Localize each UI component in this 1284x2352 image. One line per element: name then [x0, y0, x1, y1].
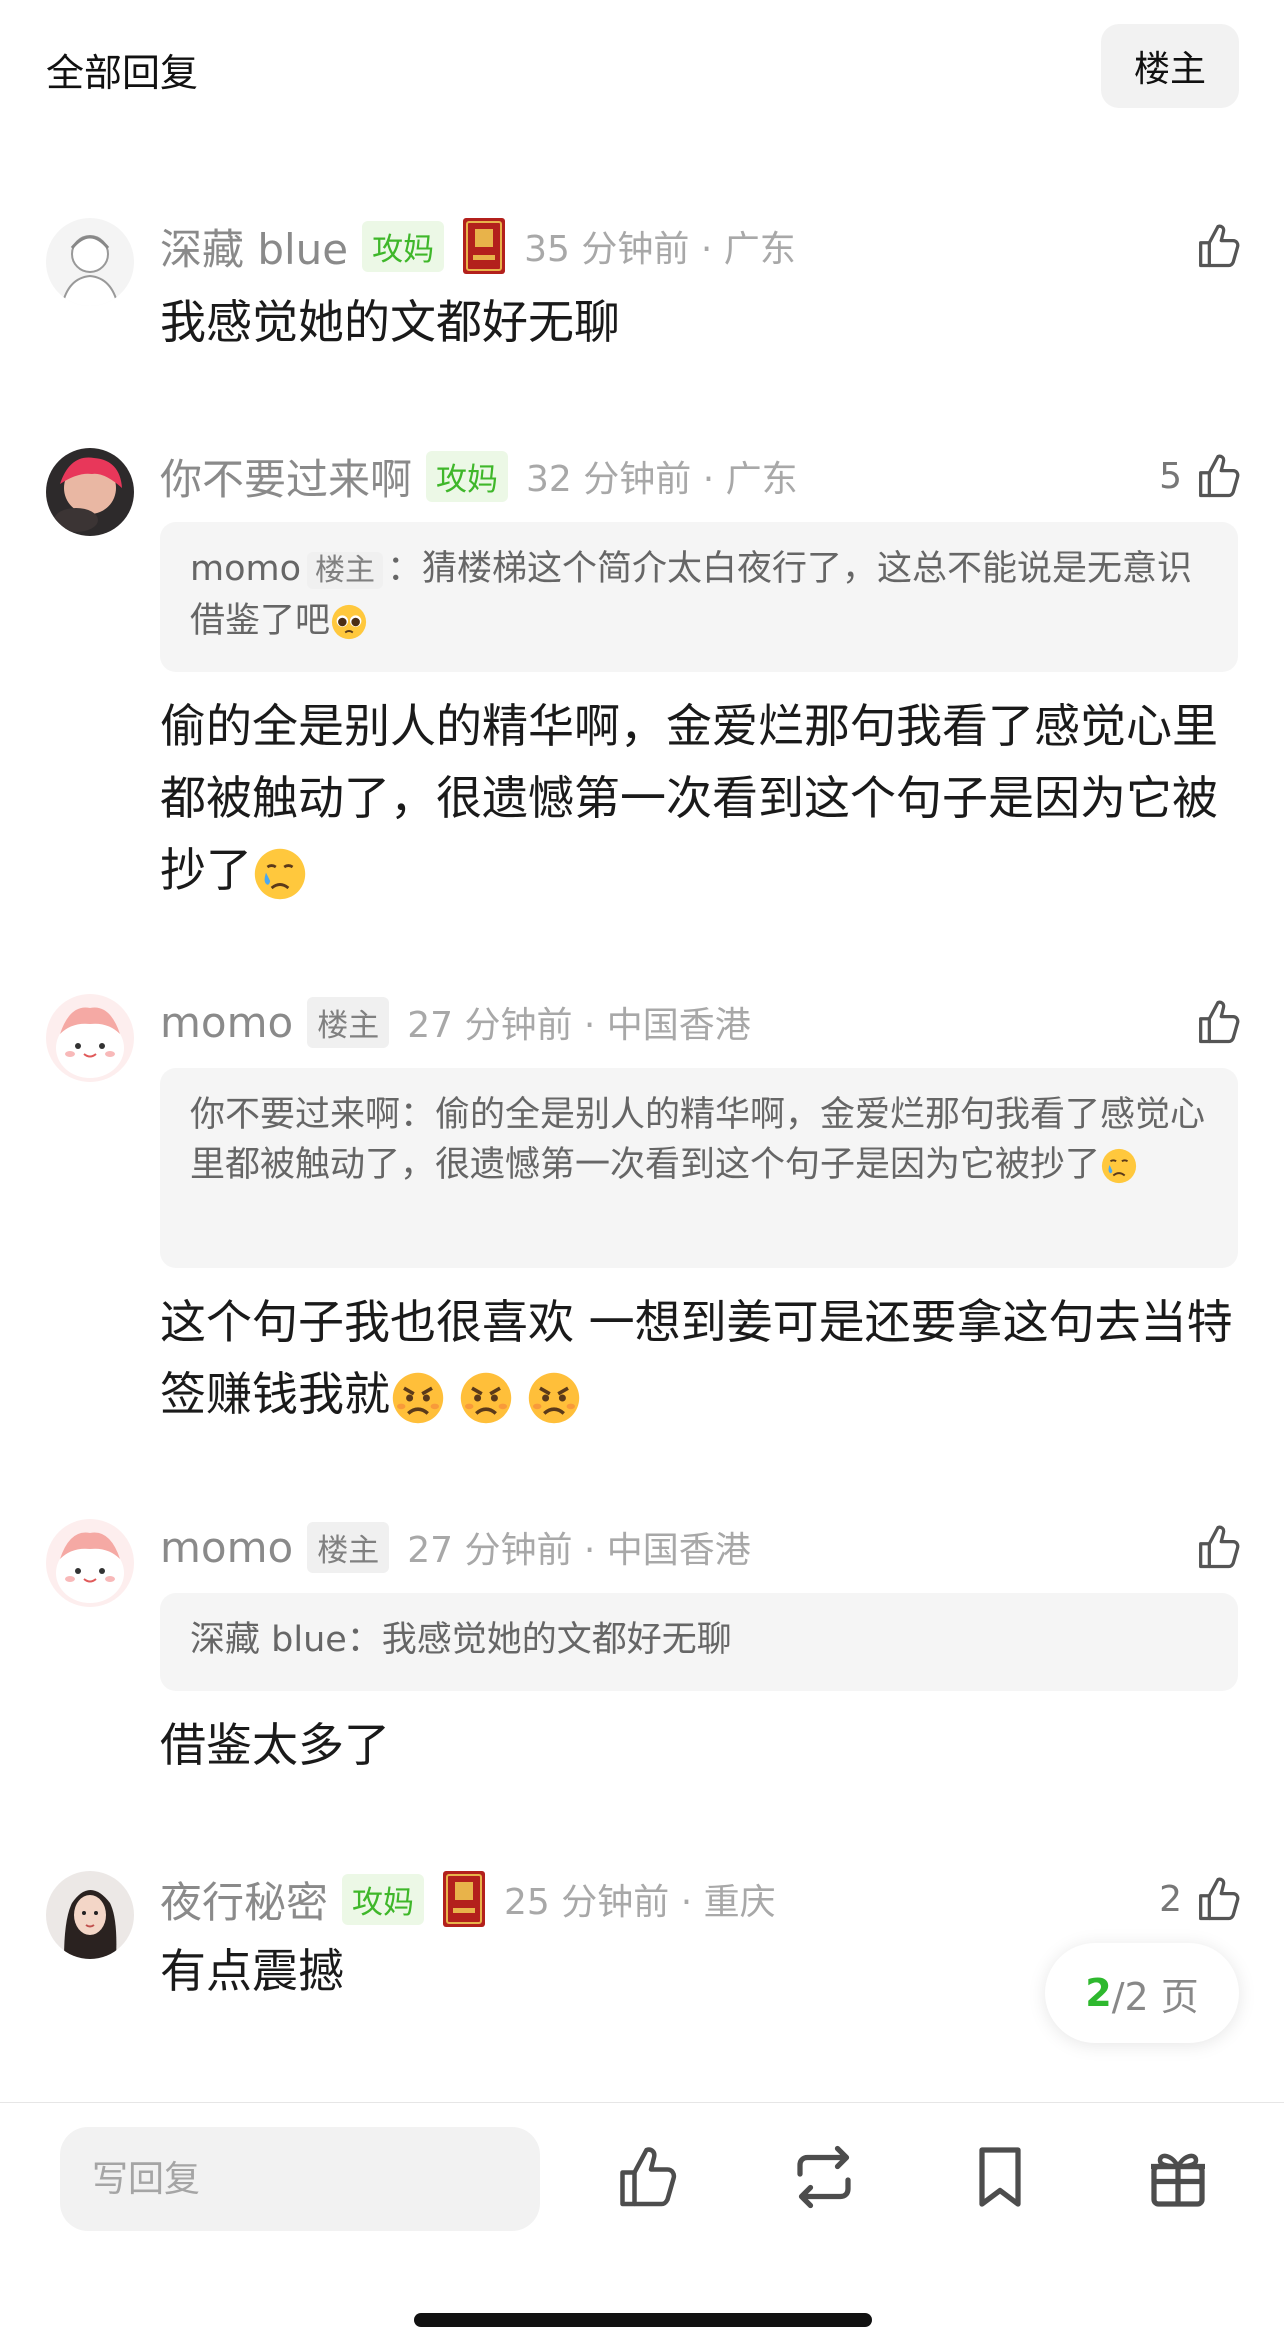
comment-meta: momo 楼主 27 分钟前 · 中国香港 [160, 992, 751, 1052]
timestamp-location: 32 分钟前 · 广东 [526, 459, 798, 500]
timestamp-location: 27 分钟前 · 中国香港 [407, 1530, 751, 1571]
like-post-button[interactable] [612, 2141, 684, 2213]
fan-badge: 攻妈 [362, 220, 445, 272]
medal-icon [462, 217, 506, 275]
home-indicator [414, 2313, 872, 2327]
fan-badge: 攻妈 [426, 450, 509, 502]
like-button[interactable] [1182, 992, 1244, 1052]
quote-author: 深藏 blue [190, 1620, 347, 1660]
quote-author: 你不要过来啊 [190, 1095, 401, 1135]
thumbs-up-icon [1192, 1521, 1244, 1573]
comment-text: 我感觉她的文都好无聊 [160, 295, 620, 349]
like-button[interactable]: 5 [1159, 446, 1244, 506]
op-only-filter-button[interactable]: 楼主 [1101, 24, 1239, 108]
username[interactable]: momo [160, 998, 293, 1047]
quote-text: ：我感觉她的文都好无聊 [346, 1620, 732, 1660]
angry-emoji-icon [390, 1370, 446, 1426]
crying-emoji-icon [1100, 1147, 1138, 1185]
thumbs-up-icon [1192, 220, 1244, 272]
timestamp-location: 27 分钟前 · 中国香港 [407, 1005, 751, 1046]
comment-text: 这个句子我也很喜欢 一想到姜可是还要拿这句去当特签赚钱我就 [160, 1286, 1240, 1430]
like-count: 2 [1159, 1878, 1182, 1920]
like-button[interactable] [1182, 1517, 1244, 1577]
timestamp-location: 25 分钟前 · 重庆 [504, 1882, 776, 1923]
thumbs-up-icon [1192, 1873, 1244, 1925]
avatar[interactable] [46, 448, 134, 536]
angry-emoji-icon [458, 1370, 514, 1426]
gift-icon [1151, 2153, 1205, 2207]
username[interactable]: 你不要过来啊 [160, 446, 412, 507]
current-page: 2 [1085, 1971, 1112, 2015]
comment-meta: 深藏 blue 攻妈 35 分钟前 · 广东 [160, 216, 796, 276]
avatar[interactable] [46, 1871, 134, 1959]
reply-input[interactable] [60, 2127, 540, 2231]
comment-meta: 你不要过来啊 攻妈 32 分钟前 · 广东 [160, 446, 798, 506]
total-pages: /2 页 [1111, 1974, 1199, 2019]
thumbs-up-icon [620, 2147, 677, 2207]
fan-badge: 攻妈 [342, 1873, 425, 1925]
quoted-reply[interactable]: 深藏 blue：我感觉她的文都好无聊 [160, 1593, 1238, 1691]
top-bar: 全部回复 楼主 [0, 0, 1284, 120]
username[interactable]: 夜行秘密 [160, 1869, 328, 1930]
op-badge: 楼主 [307, 1521, 390, 1573]
thumbs-up-icon [1192, 450, 1244, 502]
like-button[interactable]: 2 [1159, 1869, 1244, 1929]
like-button[interactable] [1182, 216, 1244, 276]
avatar[interactable] [46, 994, 134, 1082]
username[interactable]: 深藏 blue [160, 216, 348, 277]
avatar[interactable] [46, 1519, 134, 1607]
like-count: 5 [1159, 455, 1182, 497]
angry-emoji-icon [526, 1370, 582, 1426]
quoted-reply[interactable]: momo 楼主 ：猜楼梯这个简介太白夜行了，这总不能说是无意识借鉴了吧 [160, 522, 1238, 672]
gift-button[interactable] [1142, 2141, 1214, 2213]
thumbs-up-icon [1192, 996, 1244, 1048]
bookmark-icon [979, 2147, 1021, 2207]
crying-emoji-icon [252, 846, 308, 902]
op-badge: 楼主 [307, 552, 384, 589]
comment-text: 偷的全是别人的精华啊，金爱烂那句我看了感觉心里都被触动了，很遗憾第一次看到这个句… [160, 690, 1240, 906]
comment-meta: momo 楼主 27 分钟前 · 中国香港 [160, 1517, 751, 1577]
timestamp-location: 35 分钟前 · 广东 [524, 229, 796, 270]
repost-button[interactable] [788, 2141, 860, 2213]
all-replies-title: 全部回复 [46, 51, 199, 95]
pleading-emoji-icon [330, 603, 368, 641]
avatar[interactable] [46, 218, 134, 306]
username[interactable]: momo [160, 1523, 293, 1572]
bookmark-button[interactable] [964, 2141, 1036, 2213]
op-badge: 楼主 [307, 996, 390, 1048]
medal-icon [442, 1870, 486, 1928]
comment-meta: 夜行秘密 攻妈 25 分钟前 · 重庆 [160, 1869, 776, 1929]
quoted-reply[interactable]: 你不要过来啊：偷的全是别人的精华啊，金爱烂那句我看了感觉心里都被触动了，很遗憾第… [160, 1068, 1238, 1268]
comment-text: 借鉴太多了 [160, 1718, 390, 1772]
quote-author: momo [190, 549, 302, 589]
page-indicator[interactable]: 2/2 页 [1045, 1943, 1239, 2043]
repost-icon [797, 2145, 851, 2209]
